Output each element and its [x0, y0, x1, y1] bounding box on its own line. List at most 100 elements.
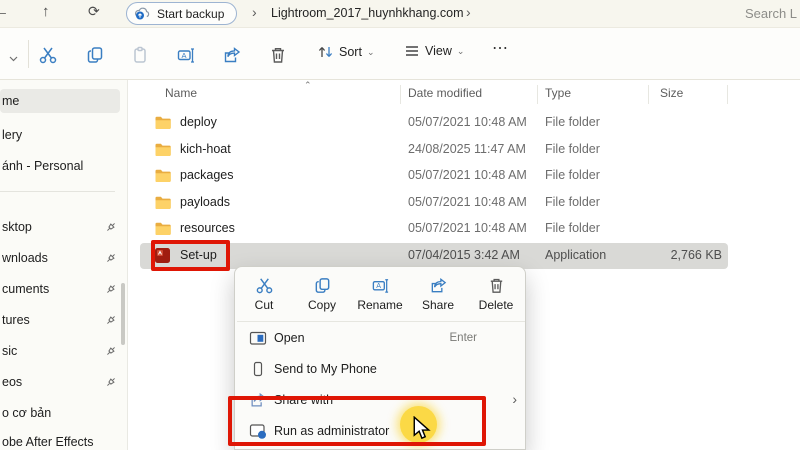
file-type: File folder: [545, 115, 600, 129]
file-date: 07/04/2015 3:42 AM: [408, 248, 520, 262]
file-row-payloads[interactable]: payloads 05/07/2021 10:48 AM File folder: [140, 190, 728, 216]
rename-icon: A: [372, 279, 388, 293]
up-icon[interactable]: ↑: [42, 3, 50, 20]
copy-icon: [315, 278, 329, 293]
column-date-modified[interactable]: Date modified: [408, 86, 482, 100]
folder-icon: [154, 167, 172, 185]
file-name: resources: [180, 221, 235, 235]
copy-button[interactable]: Copy: [293, 271, 351, 320]
sidebar-item-label: cuments: [2, 282, 50, 296]
file-row-packages[interactable]: packages 05/07/2021 10:48 AM File folder: [140, 163, 728, 189]
file-size: 2,766 KB: [670, 248, 722, 262]
menu-item-label: Open: [274, 331, 305, 345]
new-chevron-icon[interactable]: [2, 48, 24, 70]
sidebar-item-label: lery: [2, 128, 23, 142]
sidebar-item-gallery[interactable]: lery: [0, 123, 120, 147]
column-separator[interactable]: [727, 85, 728, 104]
file-row-kich-hoat[interactable]: kich-hoat 24/08/2025 11:47 AM File folde…: [140, 137, 728, 163]
sidebar-item-desktop[interactable]: sktop: [0, 215, 120, 239]
open-icon: [249, 329, 267, 347]
pin-icon: [104, 375, 118, 389]
column-size[interactable]: Size: [660, 86, 683, 100]
share-button[interactable]: Share: [409, 271, 467, 320]
sidebar-item-pictures[interactable]: tures: [0, 308, 120, 332]
toolbar-divider: [28, 40, 29, 68]
sidebar-item-label: tures: [2, 313, 30, 327]
folder-icon: [154, 220, 172, 238]
sidebar-item-videos[interactable]: eos: [0, 370, 120, 394]
shortcut-hint: Enter: [449, 332, 478, 344]
more-options-button[interactable]: ⋯: [492, 38, 509, 58]
file-name: kich-hoat: [180, 141, 231, 156]
share-icon: [431, 277, 446, 293]
file-date: 05/07/2021 10:48 AM: [408, 168, 527, 182]
column-separator[interactable]: [537, 85, 538, 104]
svg-text:A: A: [376, 282, 381, 290]
sidebar-item-folder[interactable]: o cơ bản: [0, 401, 120, 425]
file-name: packages: [180, 168, 234, 182]
sidebar-scrollbar[interactable]: [121, 283, 125, 345]
file-row-resources[interactable]: resources 05/07/2021 10:48 AM File folde…: [140, 216, 728, 242]
delete-button[interactable]: Delete: [467, 271, 525, 320]
folder-icon: [154, 114, 172, 132]
sidebar-item-home[interactable]: me: [0, 89, 120, 113]
cut-label: Cut: [254, 298, 274, 312]
column-separator[interactable]: [648, 85, 649, 104]
highlight-box-setup: [151, 240, 230, 271]
view-button[interactable]: View ⌄: [404, 44, 464, 58]
rename-button[interactable]: A Rename: [351, 271, 409, 320]
copy-icon[interactable]: [84, 44, 106, 66]
sidebar-item-documents[interactable]: cuments: [0, 277, 120, 301]
sort-button[interactable]: Sort ⌄: [317, 44, 374, 60]
cut-icon[interactable]: [37, 44, 59, 66]
file-type: File folder: [545, 168, 600, 182]
breadcrumb-chevron-2: ›: [466, 4, 471, 20]
submenu-chevron-icon: ›: [512, 391, 517, 407]
refresh-icon[interactable]: ⟳: [88, 3, 100, 20]
sidebar-item-music[interactable]: sic: [0, 339, 120, 363]
sidebar-item-label: ánh - Personal: [2, 159, 84, 173]
sidebar-item-label: sktop: [2, 220, 32, 234]
sidebar-item-after-effects[interactable]: obe After Effects: [0, 430, 120, 450]
breadcrumb[interactable]: Lightroom_2017_huynhkhang.com: [271, 6, 464, 20]
file-type: File folder: [545, 194, 600, 209]
chevron-down-icon: ⌄: [366, 46, 375, 57]
navigation-pane: me lery ánh - Personal sktop wnloads cum…: [0, 80, 127, 450]
back-icon[interactable]: ←: [0, 3, 9, 20]
file-row-deploy[interactable]: deploy 05/07/2021 10:48 AM File folder: [140, 110, 728, 136]
sidebar-item-downloads[interactable]: wnloads: [0, 246, 120, 270]
start-backup-button[interactable]: Start backup: [126, 2, 238, 25]
share-label: Share: [421, 298, 455, 312]
folder-icon: [154, 194, 172, 212]
svg-text:A: A: [182, 51, 187, 60]
sidebar-item-label: me: [2, 94, 20, 108]
folder-icon: [154, 141, 172, 159]
address-bar: ← ↑ ⟳ Start backup › Lightroom_2017_huyn…: [0, 0, 800, 28]
view-label: View: [425, 44, 452, 58]
rename-label: Rename: [357, 298, 403, 312]
command-toolbar: A Sort ⌄ View ⌄ ⋯: [0, 28, 800, 80]
sidebar-item-label: obe After Effects: [2, 435, 94, 449]
column-name[interactable]: Name: [165, 86, 197, 100]
delete-icon[interactable]: [267, 44, 289, 66]
sidebar-divider: [0, 191, 115, 192]
menu-item-label: Send to My Phone: [274, 362, 377, 376]
menu-item-send-to-phone[interactable]: Send to My Phone: [235, 354, 525, 385]
copy-label: Copy: [307, 298, 336, 312]
highlight-box-run-as-admin: [228, 396, 486, 446]
start-backup-label: Start backup: [157, 6, 225, 21]
search-input[interactable]: Search L: [745, 6, 797, 21]
share-icon[interactable]: [221, 44, 243, 66]
menu-item-open[interactable]: Open Enter: [235, 323, 525, 354]
sidebar-item-label: eos: [2, 375, 23, 389]
column-type[interactable]: Type: [545, 86, 571, 100]
file-explorer-window: ← ↑ ⟳ Start backup › Lightroom_2017_huyn…: [0, 0, 800, 450]
cut-button[interactable]: Cut: [235, 271, 293, 320]
sidebar-item-label: sic: [2, 344, 18, 358]
rename-icon[interactable]: A: [175, 44, 197, 66]
sidebar-item-onedrive[interactable]: ánh - Personal: [0, 154, 120, 178]
pin-icon: [104, 220, 118, 234]
paste-icon: [129, 44, 151, 66]
sidebar-item-label: o cơ bản: [2, 406, 52, 420]
column-separator[interactable]: [400, 85, 401, 104]
